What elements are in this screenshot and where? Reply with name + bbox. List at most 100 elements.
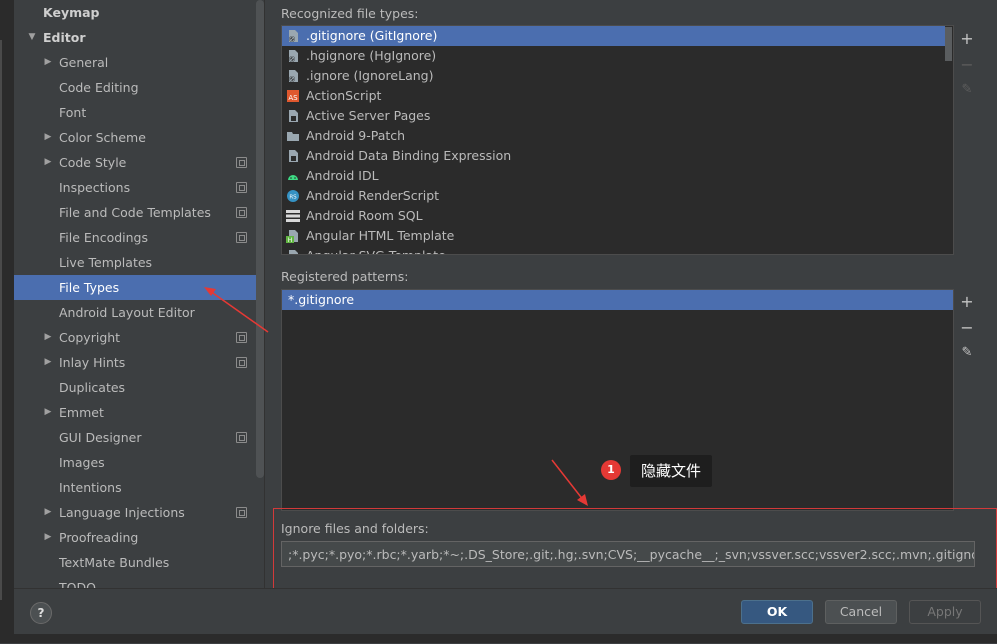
file-type-row[interactable]: Android Data Binding Expression <box>282 146 942 166</box>
collapsed-arrow-icon[interactable]: ▶ <box>42 125 54 150</box>
file-ignore-icon <box>286 49 300 63</box>
add-file-type-button[interactable]: + <box>958 30 976 48</box>
remove-pattern-button[interactable]: − <box>958 319 976 337</box>
file-type-row[interactable]: .ignore (IgnoreLang) <box>282 66 942 86</box>
sidebar-item-color-scheme[interactable]: ▶ Color Scheme <box>14 125 264 150</box>
file-type-label: Angular SVG Template <box>306 246 446 254</box>
file-type-row[interactable]: RS Android RenderScript <box>282 186 942 206</box>
sidebar-item-label: Proofreading <box>59 530 139 545</box>
left-edge-bar <box>0 40 2 600</box>
annotation-callout: 隐藏文件 <box>630 455 712 487</box>
file-icon <box>286 249 300 254</box>
expanded-arrow-icon[interactable]: ▼ <box>26 25 38 50</box>
cancel-button[interactable]: Cancel <box>825 600 897 624</box>
sidebar-item-font[interactable]: Font <box>14 100 264 125</box>
sidebar-item-label: File Types <box>59 280 120 295</box>
sidebar-item-file-encodings[interactable]: File Encodings <box>14 225 264 250</box>
collapsed-arrow-icon[interactable]: ▶ <box>42 525 54 550</box>
collapsed-arrow-icon[interactable]: ▶ <box>42 500 54 525</box>
file-type-row[interactable]: H Angular HTML Template <box>282 226 942 246</box>
apply-button[interactable]: Apply <box>909 600 981 624</box>
sidebar-item-textmate-bundles[interactable]: TextMate Bundles <box>14 550 264 575</box>
sidebar-item-label: GUI Designer <box>59 430 142 445</box>
collapsed-arrow-icon[interactable]: ▶ <box>42 150 54 175</box>
sidebar-item-inspections[interactable]: Inspections <box>14 175 264 200</box>
ignore-files-label: Ignore files and folders: <box>281 521 429 536</box>
project-scope-icon <box>236 507 247 518</box>
remove-file-type-button[interactable]: − <box>958 56 976 74</box>
sidebar-item-copyright[interactable]: ▶ Copyright <box>14 325 264 350</box>
sidebar-item-file-types[interactable]: File Types <box>14 275 264 300</box>
collapsed-arrow-icon[interactable]: ▶ <box>42 350 54 375</box>
sidebar-item-todo[interactable]: TODO <box>14 575 264 588</box>
sidebar-item-live-templates[interactable]: Live Templates <box>14 250 264 275</box>
sidebar-item-code-style[interactable]: ▶ Code Style <box>14 150 264 175</box>
sidebar-item-file-and-code-templates[interactable]: File and Code Templates <box>14 200 264 225</box>
collapsed-arrow-icon[interactable]: ▶ <box>42 50 54 75</box>
file-type-label: Android 9-Patch <box>306 128 406 143</box>
sidebar-item-inlay-hints[interactable]: ▶ Inlay Hints <box>14 350 264 375</box>
file-icon <box>286 109 300 123</box>
project-scope-icon <box>236 332 247 343</box>
file-types-list[interactable]: .gitignore (GitIgnore) .hgignore (HgIgnor… <box>281 25 954 255</box>
patterns-list[interactable]: *.gitignore <box>281 289 954 511</box>
file-type-label: Angular HTML Template <box>306 228 455 243</box>
collapsed-arrow-icon[interactable]: ▶ <box>42 325 54 350</box>
file-type-label: Android Room SQL <box>306 208 423 223</box>
database-icon <box>286 209 300 223</box>
sidebar-item-code-editing[interactable]: Code Editing <box>14 75 264 100</box>
file-type-row[interactable]: Android Room SQL <box>282 206 942 226</box>
file-type-row[interactable]: Android IDL <box>282 166 942 186</box>
file-type-row[interactable]: Angular SVG Template <box>282 246 942 254</box>
svg-text:H: H <box>288 237 293 243</box>
file-type-row[interactable]: .hgignore (HgIgnore) <box>282 46 942 66</box>
sidebar-item-emmet[interactable]: ▶ Emmet <box>14 400 264 425</box>
sidebar-item-proofreading[interactable]: ▶ Proofreading <box>14 525 264 550</box>
file-type-label: .gitignore (GitIgnore) <box>306 28 438 43</box>
sidebar-item-label: General <box>59 55 109 70</box>
pattern-row[interactable]: *.gitignore <box>282 290 953 310</box>
sidebar-item-editor[interactable]: ▼ Editor <box>14 25 264 50</box>
sidebar-item-label: Code Editing <box>59 80 139 95</box>
registered-patterns-label: Registered patterns: <box>281 269 409 284</box>
ignore-files-input[interactable]: ;*.pyc;*.pyo;*.rbc;*.yarb;*~;.DS_Store;.… <box>281 541 975 567</box>
file-type-row[interactable]: Active Server Pages <box>282 106 942 126</box>
help-button[interactable]: ? <box>30 602 52 624</box>
file-type-row[interactable]: .gitignore (GitIgnore) <box>282 26 945 46</box>
file-ignore-icon <box>286 29 300 43</box>
sidebar-item-intentions[interactable]: Intentions <box>14 475 264 500</box>
sidebar-item-android-layout-editor[interactable]: Android Layout Editor <box>14 300 264 325</box>
project-scope-icon <box>236 232 247 243</box>
file-icon <box>286 149 300 163</box>
bottom-edge-strip <box>0 634 997 643</box>
file-type-row[interactable]: Android 9-Patch <box>282 126 942 146</box>
collapsed-arrow-icon[interactable]: ▶ <box>42 400 54 425</box>
file-types-scrollbar[interactable] <box>945 27 952 61</box>
edit-pattern-button[interactable]: ✎ <box>958 344 976 362</box>
sidebar-item-images[interactable]: Images <box>14 450 264 475</box>
android-icon <box>286 169 300 183</box>
sidebar-item-label: Intentions <box>59 480 122 495</box>
project-scope-icon <box>236 357 247 368</box>
sidebar-item-gui-designer[interactable]: GUI Designer <box>14 425 264 450</box>
project-scope-icon <box>236 157 247 168</box>
settings-tree: Keymap ▼ Editor ▶ General Code Editing Font ▶ Co… <box>14 0 265 588</box>
file-type-row[interactable]: AS ActionScript <box>282 86 942 106</box>
sidebar-scrollbar[interactable] <box>256 0 264 478</box>
ok-button[interactable]: OK <box>741 600 813 624</box>
sidebar-item-duplicates[interactable]: Duplicates <box>14 375 264 400</box>
sidebar-item-general[interactable]: ▶ General <box>14 50 264 75</box>
svg-text:RS: RS <box>289 195 297 201</box>
pattern-label: *.gitignore <box>288 292 355 307</box>
left-edge-strip <box>0 0 14 643</box>
sidebar-item-label: Copyright <box>59 330 121 345</box>
add-pattern-button[interactable]: + <box>958 293 976 311</box>
sidebar-item-language-injections[interactable]: ▶ Language Injections <box>14 500 264 525</box>
sidebar-item-label: Inspections <box>59 180 131 195</box>
project-scope-icon <box>236 207 247 218</box>
edit-file-type-button[interactable]: ✎ <box>958 81 976 99</box>
sidebar-item-keymap[interactable]: Keymap <box>14 0 264 25</box>
sidebar-item-label: Images <box>59 455 105 470</box>
sidebar-item-label: TODO <box>59 580 96 588</box>
actionscript-icon: AS <box>286 89 300 103</box>
